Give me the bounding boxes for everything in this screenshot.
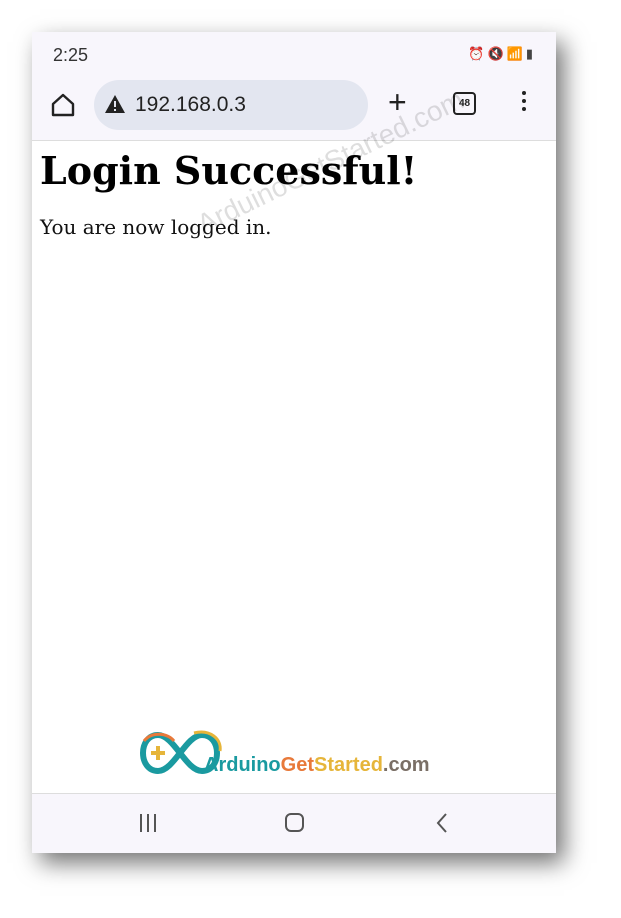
wifi-icon: 📶 [506, 46, 526, 61]
more-menu-icon[interactable] [522, 91, 526, 115]
recent-apps-button[interactable] [138, 812, 158, 834]
browser-toolbar: 192.168.0.3 + 48 [32, 76, 556, 141]
mute-icon: 🔇 [487, 46, 507, 61]
status-bar: 2:25 ⏰🔇📶▮ [32, 32, 556, 76]
status-icons: ⏰🔇📶▮ [468, 46, 536, 62]
home-icon[interactable] [50, 92, 76, 118]
android-nav-bar [32, 793, 556, 853]
back-nav-button[interactable] [434, 812, 450, 834]
phone-screen: 2:25 ⏰🔇📶▮ 192.168.0.3 + 48 Login Success… [32, 32, 556, 853]
status-time: 2:25 [53, 45, 89, 65]
logo-text: ArduinoGetStarted.com [204, 754, 430, 776]
url-text[interactable]: 192.168.0.3 [135, 93, 246, 117]
address-bar[interactable]: 192.168.0.3 [94, 80, 368, 130]
alarm-icon: ⏰ [468, 46, 488, 61]
battery-icon: ▮ [525, 46, 536, 61]
home-nav-button[interactable] [284, 812, 306, 834]
site-logo: ArduinoGetStarted.com [134, 727, 454, 787]
warning-icon[interactable] [104, 94, 126, 114]
